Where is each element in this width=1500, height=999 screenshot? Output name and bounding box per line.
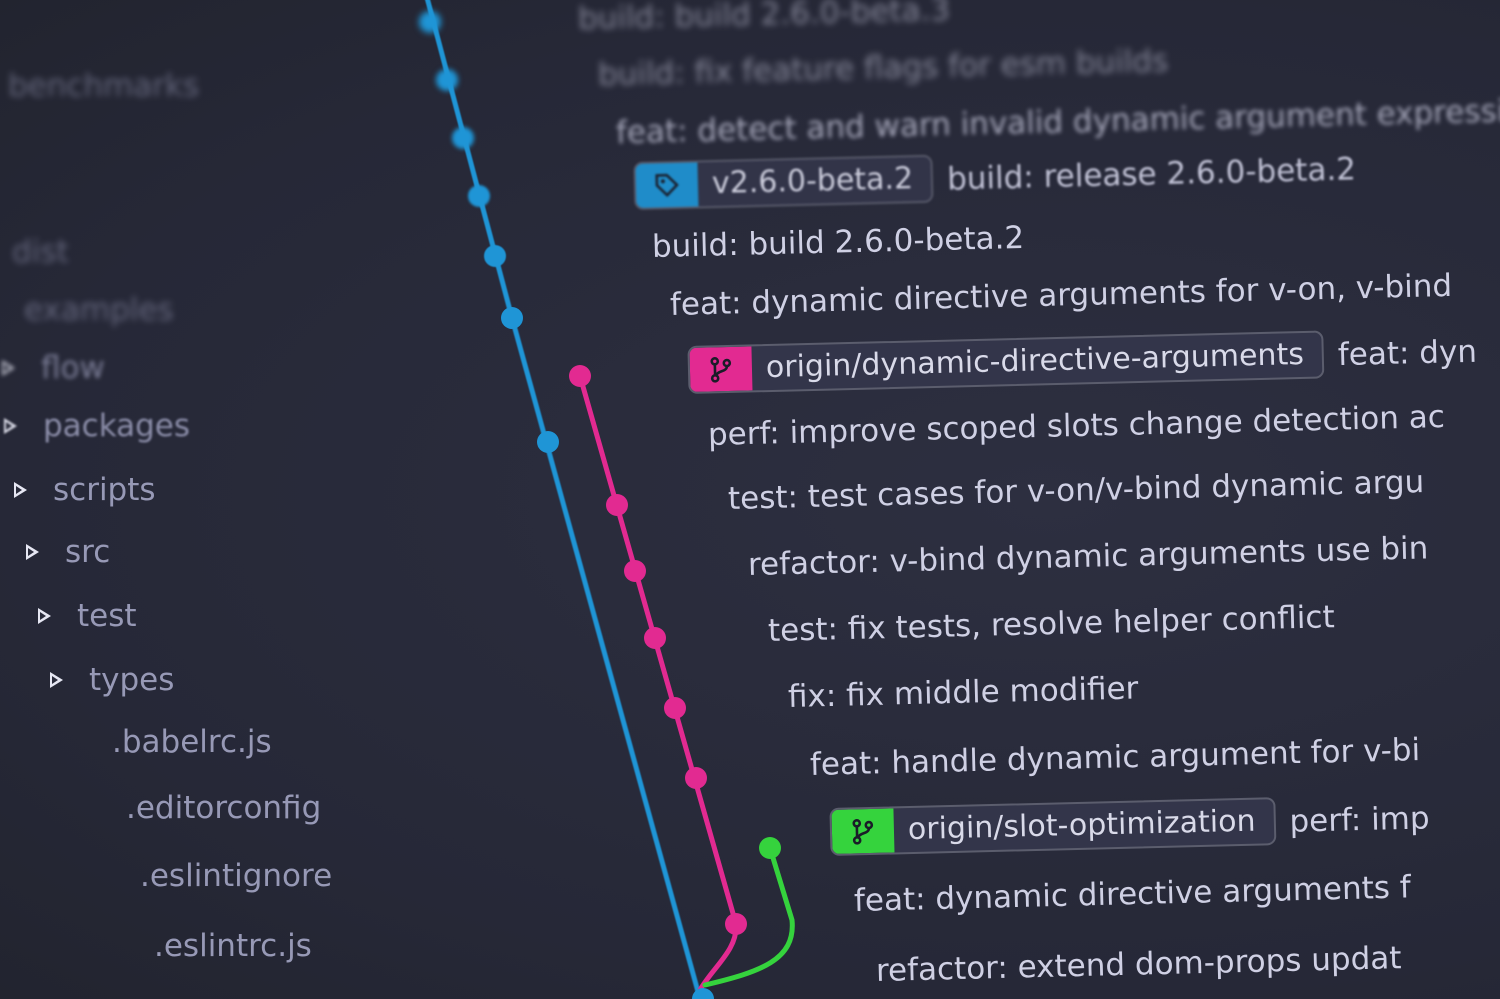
commit-row[interactable]: fix: fix middle modifier [787, 663, 1139, 722]
commit-node[interactable] [569, 365, 591, 387]
commit-node[interactable] [644, 627, 666, 649]
tree-item-label: .babelrc.js [112, 724, 272, 760]
tree-item-label: types [89, 662, 175, 698]
tree-item[interactable]: .eslintrc.js [154, 922, 312, 970]
commit-message: feat: dyn [1337, 333, 1478, 374]
expand-arrow-icon[interactable] [26, 543, 39, 560]
commit-message: build: fix feature flags for esm builds [597, 43, 1169, 93]
tree-item[interactable]: benchmarks [8, 62, 199, 110]
ref-label: origin/slot-optimization [907, 803, 1256, 847]
expand-arrow-icon[interactable] [14, 481, 27, 498]
commit-node[interactable] [624, 560, 646, 582]
commit-message: build: build 2.6.0-beta.2 [651, 219, 1025, 265]
tree-item[interactable]: .babelrc.js [112, 718, 272, 766]
commit-node[interactable] [484, 245, 506, 267]
tree-item-label: scripts [53, 472, 156, 508]
expand-arrow-icon[interactable] [4, 417, 17, 434]
commit-message: build: build 2.6.0-beta.3 [577, 0, 951, 37]
tree-item-label: test [77, 598, 137, 634]
tree-item[interactable]: packages [4, 402, 190, 450]
commit-message: test: fix tests, resolve helper conflict [767, 599, 1336, 649]
git-history-view: benchmarks dist examples flow packages script… [0, 0, 1500, 999]
tree-item-label: src [65, 534, 111, 570]
tree-item[interactable]: .eslintignore [140, 852, 332, 900]
expand-arrow-icon[interactable] [50, 671, 63, 688]
commit-node[interactable] [419, 11, 441, 33]
commit-node[interactable] [452, 127, 474, 149]
commit-message: feat: handle dynamic argument for v-bi [809, 732, 1421, 783]
tree-item[interactable]: .editorconfig [126, 784, 321, 832]
tree-item-label: .editorconfig [126, 790, 322, 826]
commit-row[interactable]: build: build 2.6.0-beta.2 [651, 213, 1025, 272]
expand-arrow-icon[interactable] [38, 607, 51, 624]
tree-item-label: examples [24, 292, 174, 328]
tree-item[interactable]: examples [24, 286, 174, 334]
tree-item-label: dist [12, 234, 69, 270]
commit-message: fix: fix middle modifier [787, 670, 1139, 715]
branch-line-dynamic-directive-arguments [577, 373, 739, 993]
commit-node[interactable] [537, 431, 559, 453]
tree-item[interactable]: src [26, 528, 110, 576]
tree-item[interactable]: scripts [14, 466, 156, 514]
tree-item-label: packages [43, 408, 191, 444]
commit-message: refactor: v-bind dynamic arguments use b… [747, 530, 1429, 583]
ref-label: v2.6.0-beta.2 [711, 160, 914, 201]
commit-node[interactable] [664, 697, 686, 719]
expand-arrow-icon[interactable] [2, 359, 15, 376]
commit-node[interactable] [759, 837, 781, 859]
commit-message: perf: imp [1289, 800, 1430, 840]
commit-node[interactable] [501, 307, 523, 329]
commit-message: test: test cases for v-on/v-bind dynamic… [727, 463, 1425, 517]
commit-node[interactable] [685, 767, 707, 789]
commit-node[interactable] [436, 69, 458, 91]
tree-item[interactable]: types [50, 656, 174, 704]
commit-node[interactable] [725, 913, 747, 935]
branch-icon [689, 345, 753, 392]
tree-item-label: flow [41, 350, 105, 386]
commit-node[interactable] [606, 494, 628, 516]
tree-item-label: .eslintrc.js [154, 928, 312, 964]
branch-icon [831, 807, 895, 854]
commit-message: build: release 2.6.0-beta.2 [946, 151, 1357, 198]
branch-ref-badge[interactable]: origin/slot-optimization [829, 796, 1277, 856]
commit-node[interactable] [468, 185, 490, 207]
tree-item[interactable]: dist [12, 228, 69, 276]
tree-item-label: benchmarks [8, 68, 200, 104]
commit-message: refactor: extend dom-props updat [875, 940, 1402, 989]
tree-item-label: .eslintignore [140, 858, 333, 894]
tree-item[interactable]: flow [2, 344, 105, 392]
commit-message: feat: dynamic directive arguments f [853, 869, 1412, 919]
version-tag-badge[interactable]: v2.6.0-beta.2 [633, 154, 934, 210]
tag-icon [635, 161, 699, 208]
tree-item[interactable]: test [38, 592, 137, 640]
